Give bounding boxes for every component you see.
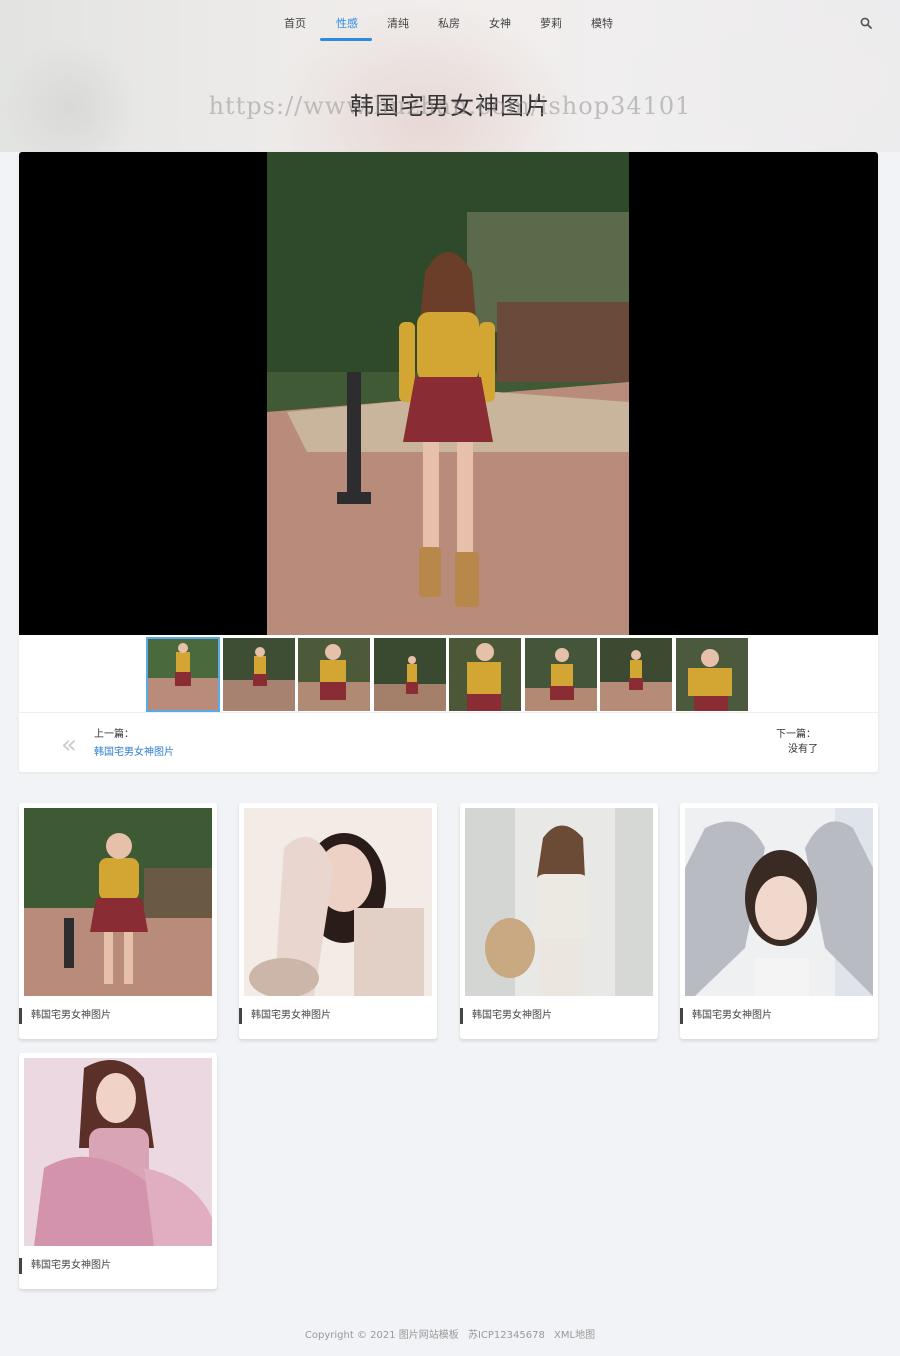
- related-caption: 韩国宅男女神图片: [680, 1008, 772, 1024]
- nav-item-pure[interactable]: 清纯: [387, 15, 409, 31]
- search-icon[interactable]: [860, 17, 872, 29]
- related-image: [465, 808, 653, 996]
- related-image: [24, 808, 212, 996]
- related-card[interactable]: 韩国宅男女神图片: [680, 803, 878, 1039]
- related-card[interactable]: 韩国宅男女神图片: [19, 803, 217, 1039]
- sitemap-link[interactable]: XML地图: [554, 1330, 595, 1341]
- thumbnail[interactable]: [600, 638, 672, 711]
- related-image: [244, 808, 432, 996]
- nav-item-goddess[interactable]: 女神: [489, 15, 511, 31]
- related-caption: 韩国宅男女神图片: [239, 1008, 331, 1024]
- watermark-text: https://www.huzhan.com/ishop34101: [208, 92, 692, 120]
- footer: Copyright © 2021 图片网站模板 苏ICP12345678 XML…: [0, 1326, 900, 1341]
- copyright-text: Copyright © 2021 图片网站模板: [304, 1330, 459, 1341]
- thumbnail[interactable]: [146, 637, 220, 712]
- related-image: [685, 808, 873, 996]
- main-photo[interactable]: [267, 152, 629, 635]
- hero-banner: 首页 性感 清纯 私房 女神 萝莉 模特 韩国宅男女神图片 https://ww…: [0, 0, 900, 152]
- related-caption: 韩国宅男女神图片: [460, 1008, 552, 1024]
- gallery-viewer: « 上一篇： 韩国宅男女神图片 下一篇： 没有了: [19, 152, 878, 772]
- related-card[interactable]: 韩国宅男女神图片: [19, 1053, 217, 1289]
- icp-link[interactable]: 苏ICP12345678: [468, 1330, 545, 1341]
- photo-stage: [19, 152, 878, 635]
- thumbnail[interactable]: [223, 638, 295, 711]
- thumbnail[interactable]: [676, 638, 748, 711]
- thumbnail[interactable]: [374, 638, 446, 711]
- double-chevron-left-icon[interactable]: «: [61, 730, 77, 760]
- related-caption: 韩国宅男女神图片: [19, 1008, 111, 1024]
- related-card[interactable]: 韩国宅男女神图片: [460, 803, 658, 1039]
- prev-post-link[interactable]: 韩国宅男女神图片: [94, 743, 174, 758]
- thumbnail[interactable]: [525, 638, 597, 711]
- next-post-label: 下一篇：: [776, 729, 816, 740]
- divider: [19, 712, 878, 713]
- nav-item-home[interactable]: 首页: [284, 15, 306, 31]
- thumbnail-strip: [146, 637, 749, 712]
- main-nav: 首页 性感 清纯 私房 女神 萝莉 模特: [0, 0, 900, 44]
- nav-active-indicator: [320, 38, 372, 41]
- nav-item-model[interactable]: 模特: [591, 15, 613, 31]
- nav-item-private[interactable]: 私房: [438, 15, 460, 31]
- prev-post-label: 上一篇：: [94, 729, 134, 740]
- nav-item-loli[interactable]: 萝莉: [540, 15, 562, 31]
- thumbnail[interactable]: [298, 638, 370, 711]
- related-card[interactable]: 韩国宅男女神图片: [239, 803, 437, 1039]
- nav-item-sexy[interactable]: 性感: [336, 15, 358, 31]
- related-image: [24, 1058, 212, 1246]
- related-caption: 韩国宅男女神图片: [19, 1258, 111, 1274]
- thumbnail[interactable]: [449, 638, 521, 711]
- next-post-value: 没有了: [788, 744, 818, 755]
